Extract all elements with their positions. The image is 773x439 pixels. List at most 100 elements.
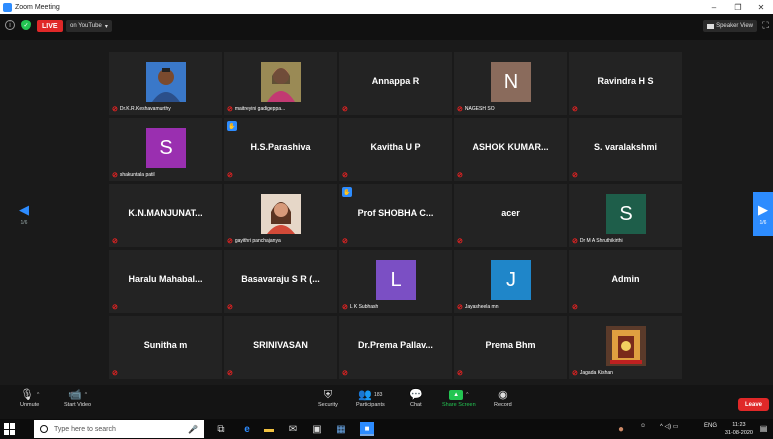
participant-label-text: Dr M A Shruthikirthi <box>579 238 623 244</box>
maximize-button[interactable]: ❐ <box>727 0 749 14</box>
video-tile[interactable]: Prof SHOBHA C... ✋ ⊘ <box>339 184 452 247</box>
participants-count: 183 <box>374 392 383 398</box>
video-tile[interactable]: S. varalakshmi ⊘ <box>569 118 682 181</box>
participant-label: ⊘ Dr M A Shruthikirthi <box>572 237 623 245</box>
video-tile[interactable]: L ⊘ L K Subhash <box>339 250 452 313</box>
microphone-muted-icon: ⊘ <box>227 370 233 377</box>
info-icon[interactable]: i <box>5 20 15 30</box>
user-avatar-icon[interactable]: ● <box>614 422 628 436</box>
fullscreen-icon[interactable]: ⛶ <box>760 20 771 31</box>
video-tile[interactable]: Admin ⊘ <box>569 250 682 313</box>
video-tile[interactable]: S ⊘ Dr M A Shruthikirthi <box>569 184 682 247</box>
close-button[interactable]: ✕ <box>750 0 772 14</box>
participant-label: ⊘ <box>457 369 465 377</box>
participant-name: Annappa R <box>371 76 420 86</box>
encryption-shield-icon[interactable]: ✓ <box>21 20 31 30</box>
meeting-topbar: i ✓ LIVE on YouTube ▾ Speaker View ⛶ <box>0 14 773 40</box>
video-tile[interactable]: ⊘ Dr.K.R.Keshavamurthy <box>109 52 222 115</box>
avatar: S <box>146 128 186 168</box>
video-tile[interactable]: acer ⊘ <box>454 184 567 247</box>
microphone-muted-icon: ⊘ <box>457 238 463 245</box>
previous-page-button[interactable]: ◀ 1/6 <box>14 192 34 236</box>
unmute-button[interactable]: 🎙 ^ Unmute <box>20 388 39 408</box>
video-tile[interactable]: Haralu Mahabal... ⊘ <box>109 250 222 313</box>
microphone-muted-icon: ⊘ <box>342 238 348 245</box>
microphone-muted-icon: ⊘ <box>112 304 118 311</box>
participant-label-text: Jagada Kishan <box>579 370 613 376</box>
video-tile[interactable]: Annappa R ⊘ <box>339 52 452 115</box>
microphone-muted-icon: ⊘ <box>457 106 463 113</box>
live-stream-label: on YouTube <box>70 23 102 29</box>
video-tile[interactable]: Basavaraju S R (... ⊘ <box>224 250 337 313</box>
video-tile[interactable]: ⊘ maitreyini gadigeppa... <box>224 52 337 115</box>
participant-name: SRINIVASAN <box>253 340 308 350</box>
raised-hand-icon: ✋ <box>227 121 237 131</box>
leave-button[interactable]: Leave <box>737 398 769 411</box>
app-icon[interactable]: ▦ <box>334 422 348 436</box>
participant-label: ⊘ <box>112 237 120 245</box>
video-tile[interactable]: ⊘ Jagada Kishan <box>569 316 682 379</box>
avatar: J <box>491 260 531 300</box>
participant-photo <box>606 326 646 366</box>
edge-browser-icon[interactable]: e <box>240 422 254 436</box>
video-tile[interactable]: Prema Bhm ⊘ <box>454 316 567 379</box>
notifications-icon[interactable]: ▤ <box>758 423 769 434</box>
video-tile[interactable]: ASHOK KUMAR... ⊘ <box>454 118 567 181</box>
video-tile[interactable]: S ⊘ shakuntala patil <box>109 118 222 181</box>
video-tile[interactable]: Sunitha m ⊘ <box>109 316 222 379</box>
task-view-icon[interactable]: ⧉ <box>214 422 228 436</box>
participant-label-text: Dr.K.R.Keshavamurthy <box>119 106 171 112</box>
record-button[interactable]: ◉ Record <box>494 388 512 408</box>
video-tile[interactable]: SRINIVASAN ⊘ <box>224 316 337 379</box>
participant-label: ⊘ maitreyini gadigeppa... <box>227 105 285 113</box>
people-icon[interactable]: ☺ <box>640 423 646 429</box>
share-screen-button[interactable]: ▲ ^ Share Screen <box>442 388 476 408</box>
chevron-left-icon: ◀ <box>19 202 29 217</box>
video-tile[interactable]: J ⊘ Jayasheela mn <box>454 250 567 313</box>
start-video-button[interactable]: 📹 ^ Start Video <box>64 388 91 408</box>
mail-icon[interactable]: ✉ <box>286 422 300 436</box>
video-options-caret[interactable]: ^ <box>85 388 87 402</box>
microphone-muted-icon: ⊘ <box>572 106 578 113</box>
microphone-muted-icon: ⊘ <box>227 304 233 311</box>
taskbar-search[interactable]: Type here to search 🎤 <box>34 420 204 438</box>
speaker-view-button[interactable]: Speaker View <box>703 20 757 32</box>
microphone-muted-icon: ⊘ <box>457 370 463 377</box>
microphone-muted-icon: ⊘ <box>342 172 348 179</box>
meeting-controls: 🎙 ^ Unmute 📹 ^ Start Video ⛨ Security 👥 183… <box>0 385 773 419</box>
video-tile[interactable]: K.N.MANJUNAT... ⊘ <box>109 184 222 247</box>
avatar: N <box>491 62 531 102</box>
file-explorer-icon[interactable]: ▬ <box>262 422 276 436</box>
chat-button[interactable]: 💬 Chat <box>409 388 423 408</box>
video-tile[interactable]: Dr.Prema Pallav... ⊘ <box>339 316 452 379</box>
video-tile[interactable]: ⊘ gayithri panchajanya <box>224 184 337 247</box>
participants-label: Participants <box>356 402 385 408</box>
participant-name: Prof SHOBHA C... <box>357 208 434 218</box>
video-tile[interactable]: Kavitha U P ⊘ <box>339 118 452 181</box>
next-page-button[interactable]: ▶ 1/6 <box>753 192 773 236</box>
chat-bubble-icon: 💬 <box>409 389 423 401</box>
minimize-button[interactable]: – <box>703 0 725 14</box>
security-button[interactable]: ⛨ Security <box>318 388 338 408</box>
zoom-taskbar-icon[interactable]: ■ <box>360 422 374 436</box>
participants-button[interactable]: 👥 183 Participants <box>356 388 385 408</box>
participant-name: Dr.Prema Pallav... <box>358 340 433 350</box>
store-icon[interactable]: ▣ <box>310 422 324 436</box>
participant-name: Sunitha m <box>143 340 188 350</box>
video-tile[interactable]: Ravindra H S ⊘ <box>569 52 682 115</box>
video-tile[interactable]: N ⊘ NAGESH SO <box>454 52 567 115</box>
video-tile[interactable]: H.S.Parashiva ✋ ⊘ <box>224 118 337 181</box>
live-stream-dropdown[interactable]: on YouTube ▾ <box>66 20 112 32</box>
page-indicator-right: 1/6 <box>759 220 767 226</box>
share-options-caret[interactable]: ^ <box>466 388 468 402</box>
security-label: Security <box>318 402 338 408</box>
microphone-muted-icon: ⊘ <box>227 172 233 179</box>
language-indicator[interactable]: ENG <box>704 423 717 429</box>
taskbar-clock[interactable]: 11:23 31-08-2020 <box>725 421 753 437</box>
windows-taskbar: Type here to search 🎤 ⧉ e ▬ ✉ ▣ ▦ ■ ● ☺ … <box>0 419 773 439</box>
windows-start-button[interactable] <box>4 423 16 435</box>
microphone-icon[interactable]: 🎤 <box>188 425 198 434</box>
system-tray-icons[interactable]: ^ ◁) ▭ <box>660 423 678 430</box>
audio-options-caret[interactable]: ^ <box>37 388 39 402</box>
microphone-muted-icon: ⊘ <box>572 172 578 179</box>
